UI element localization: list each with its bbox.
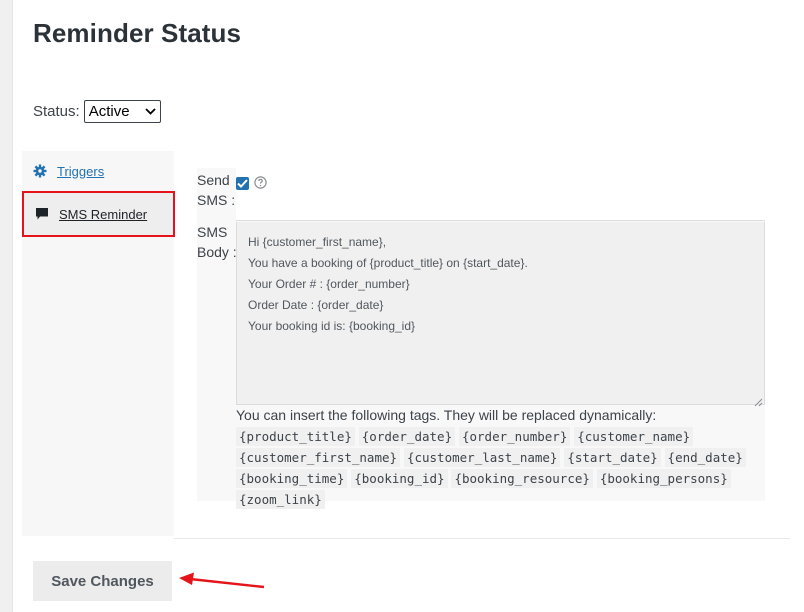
tab-sms-reminder[interactable]: SMS Reminder xyxy=(22,191,175,237)
send-sms-label-line2: SMS : xyxy=(197,192,236,208)
tag-code: {booking_time} xyxy=(236,469,348,488)
send-sms-row xyxy=(236,168,765,221)
resize-grip-icon[interactable] xyxy=(753,393,763,407)
help-icon[interactable] xyxy=(254,176,267,189)
tab-triggers-label: Triggers xyxy=(57,163,105,179)
page-title: Reminder Status xyxy=(33,18,242,48)
tag-code: {booking_id} xyxy=(351,469,448,488)
red-arrow-annotation xyxy=(176,570,268,592)
send-sms-checkbox[interactable] xyxy=(236,177,249,190)
sms-body-line: You have a booking of {product_title} on… xyxy=(248,256,528,270)
status-label: Status: xyxy=(33,103,80,120)
tag-code: {customer_name} xyxy=(574,427,694,446)
tag-code: {zoom_link} xyxy=(236,490,325,509)
speech-bubble-icon xyxy=(35,207,49,221)
sms-body-line: Your Order # : {order_number} xyxy=(248,277,410,291)
tags-help-text: You can insert the following tags. They … xyxy=(236,405,766,510)
tag-code: {customer_last_name} xyxy=(403,448,561,467)
divider xyxy=(174,538,790,539)
sms-body-label: SMS Body : xyxy=(197,222,237,262)
tag-code: {booking_resource} xyxy=(451,469,593,488)
save-changes-button[interactable]: Save Changes xyxy=(33,561,172,601)
sms-body-line: Hi {customer_first_name}, xyxy=(248,235,387,249)
chevron-down-icon xyxy=(145,106,156,118)
tags-help-description: You can insert the following tags. They … xyxy=(236,407,657,423)
tab-sms-reminder-label: SMS Reminder xyxy=(59,206,148,222)
status-select[interactable]: Active xyxy=(83,100,161,123)
sms-body-textarea[interactable]: Hi {customer_first_name}, You have a boo… xyxy=(236,222,765,407)
sms-body-line: Order Date : {order_date} xyxy=(248,298,384,312)
tag-code: {end_date} xyxy=(664,448,746,467)
tag-code: {product_title} xyxy=(236,427,355,446)
status-selected-value: Active xyxy=(88,103,130,120)
tag-code: {order_number} xyxy=(458,427,571,446)
tag-code: {start_date} xyxy=(564,448,661,467)
sms-body-label-line2: Body : xyxy=(197,244,237,260)
send-sms-label-line1: Send xyxy=(197,172,230,188)
sms-body-label-line1: SMS xyxy=(197,224,228,240)
gear-icon xyxy=(33,164,47,178)
sms-body-line: Your booking id is: {booking_id} xyxy=(248,319,416,333)
tab-triggers[interactable]: Triggers xyxy=(22,151,174,191)
status-row: Status: Active xyxy=(33,100,161,123)
settings-tabs: Triggers SMS Reminder xyxy=(22,151,175,536)
tag-code: {customer_first_name} xyxy=(236,448,401,467)
tag-code: {order_date} xyxy=(358,427,456,446)
tag-code: {booking_persons} xyxy=(596,469,731,488)
send-sms-label: Send SMS : xyxy=(197,170,237,210)
